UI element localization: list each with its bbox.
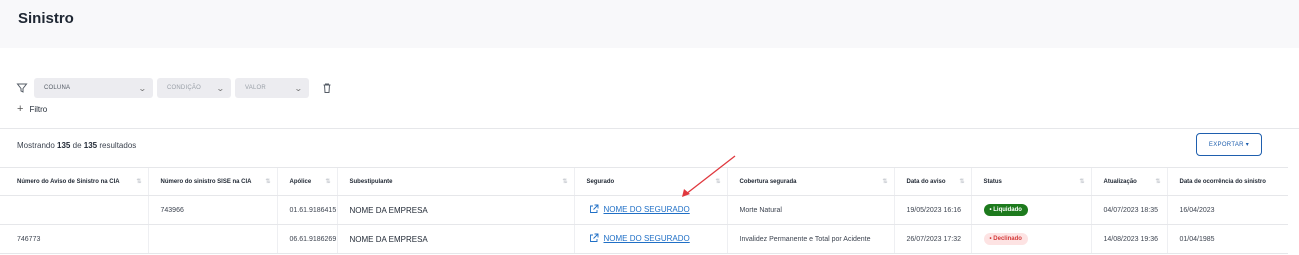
chevron-down-icon: ⌄ bbox=[294, 83, 304, 93]
results-middle: de bbox=[72, 141, 82, 150]
cell-segurado: NOME DO SEGURADO bbox=[573, 195, 727, 225]
results-shown: 135 bbox=[57, 141, 71, 150]
plus-icon: + bbox=[17, 103, 24, 115]
column-header-status[interactable]: Status ⇅ bbox=[970, 167, 1091, 196]
sort-icon[interactable]: ⇅ bbox=[1079, 178, 1084, 185]
filter-icon bbox=[16, 83, 28, 93]
segurado-link[interactable]: NOME DO SEGURADO bbox=[589, 204, 690, 214]
sort-icon[interactable]: ⇅ bbox=[882, 178, 887, 185]
add-filter-button[interactable]: + Filtro bbox=[17, 103, 47, 115]
segurado-link-label: NOME DO SEGURADO bbox=[603, 204, 690, 214]
column-header-segurado[interactable]: Segurado ⇅ bbox=[573, 167, 727, 196]
column-header-label: Status bbox=[983, 178, 1002, 185]
cell-aviso bbox=[0, 195, 148, 225]
column-header-label: Número do Aviso de Sinistro na CIA bbox=[17, 178, 120, 185]
cell-data-aviso: 19/05/2023 16:16 bbox=[893, 195, 971, 225]
cell-subestipulante: NOME DA EMPRESA bbox=[336, 195, 574, 225]
sort-icon[interactable]: ⇅ bbox=[715, 178, 720, 185]
table-row[interactable]: 743966 01.61.9186415 NOME DA EMPRESA NOM… bbox=[0, 195, 1288, 225]
cell-cobertura: Invalidez Permanente e Total por Acident… bbox=[726, 224, 894, 254]
status-badge: • Declinado bbox=[983, 233, 1028, 245]
chevron-down-icon: ⌄ bbox=[216, 83, 226, 93]
table-row[interactable]: 746773 06.61.9186269 NOME DA EMPRESA NOM… bbox=[0, 224, 1288, 254]
trash-icon[interactable] bbox=[321, 82, 333, 94]
cell-atualizacao: 04/07/2023 18:35 bbox=[1090, 195, 1167, 225]
column-header-label: Segurado bbox=[586, 178, 615, 185]
sort-icon[interactable]: ⇅ bbox=[562, 178, 567, 185]
divider bbox=[0, 128, 1299, 129]
cell-sise bbox=[147, 224, 277, 254]
export-button[interactable]: EXPORTAR ▾ bbox=[1196, 133, 1262, 156]
column-header-apolice[interactable]: Apólice ⇅ bbox=[276, 167, 337, 196]
column-header-label: Atualização bbox=[1103, 178, 1137, 185]
column-header-atualizacao[interactable]: Atualização ⇅ bbox=[1090, 167, 1167, 196]
sort-icon[interactable]: ⇅ bbox=[959, 178, 964, 185]
page-header: Sinistro bbox=[0, 0, 1299, 48]
column-header-label: Número do sinistro SISE na CIA bbox=[160, 178, 252, 185]
column-header-data-aviso[interactable]: Data do aviso ⇅ bbox=[893, 167, 971, 196]
cell-sise: 743966 bbox=[147, 195, 277, 225]
column-header-label: Cobertura segurada bbox=[739, 178, 797, 185]
segurado-link[interactable]: NOME DO SEGURADO bbox=[589, 233, 690, 243]
sort-icon[interactable]: ⇅ bbox=[265, 178, 270, 185]
page-title: Sinistro bbox=[18, 10, 74, 27]
column-header-aviso[interactable]: Número do Aviso de Sinistro na CIA ⇅ bbox=[0, 167, 148, 196]
cell-aviso: 746773 bbox=[0, 224, 148, 254]
column-header-label: Apólice bbox=[289, 178, 312, 185]
claims-table: Número do Aviso de Sinistro na CIA ⇅ Núme… bbox=[0, 167, 1288, 254]
status-badge: • Liquidado bbox=[983, 204, 1028, 216]
cell-apolice: 06.61.9186269 bbox=[276, 224, 337, 254]
column-header-label: Data do aviso bbox=[906, 178, 946, 185]
sort-icon[interactable]: ⇅ bbox=[1155, 178, 1160, 185]
results-summary: Mostrando 135 de 135 resultados bbox=[17, 141, 136, 150]
cell-data-aviso: 26/07/2023 17:32 bbox=[893, 224, 971, 254]
column-header-cobertura[interactable]: Cobertura segurada ⇅ bbox=[726, 167, 894, 196]
cell-cobertura: Morte Natural bbox=[726, 195, 894, 225]
results-suffix: resultados bbox=[99, 141, 137, 150]
external-link-icon bbox=[589, 204, 598, 213]
column-select-value: COLUNA bbox=[44, 85, 71, 91]
column-header-label: Subestipulante bbox=[349, 178, 393, 185]
column-header-sise[interactable]: Número do sinistro SISE na CIA ⇅ bbox=[147, 167, 277, 196]
table-header-row: Número do Aviso de Sinistro na CIA ⇅ Núme… bbox=[0, 167, 1288, 196]
column-header-subestipulante[interactable]: Subestipulante ⇅ bbox=[336, 167, 574, 196]
cell-ocorrencia: 16/04/2023 bbox=[1166, 195, 1288, 225]
cell-segurado: NOME DO SEGURADO bbox=[573, 224, 727, 254]
condition-select[interactable]: CONDIÇÃO ⌄ bbox=[157, 78, 231, 98]
segurado-link-label: NOME DO SEGURADO bbox=[603, 233, 690, 243]
results-prefix: Mostrando bbox=[17, 141, 55, 150]
external-link-icon bbox=[589, 233, 598, 242]
column-header-ocorrencia[interactable]: Data de ocorrência do sinistro bbox=[1166, 167, 1288, 196]
sort-icon[interactable]: ⇅ bbox=[325, 178, 330, 185]
value-select-value: VALOR bbox=[245, 85, 266, 91]
condition-select-value: CONDIÇÃO bbox=[167, 85, 201, 91]
chevron-down-icon: ⌄ bbox=[138, 83, 148, 93]
cell-apolice: 01.61.9186415 bbox=[276, 195, 337, 225]
results-total: 135 bbox=[83, 141, 98, 150]
add-filter-label: Filtro bbox=[29, 104, 48, 114]
column-select[interactable]: COLUNA ⌄ bbox=[34, 78, 153, 98]
cell-status: • Declinado bbox=[970, 224, 1091, 254]
filter-row: COLUNA ⌄ CONDIÇÃO ⌄ VALOR ⌄ bbox=[16, 78, 333, 98]
cell-ocorrencia: 01/04/1985 bbox=[1166, 224, 1288, 254]
cell-subestipulante: NOME DA EMPRESA bbox=[336, 224, 574, 254]
sort-icon[interactable]: ⇅ bbox=[136, 178, 141, 185]
cell-atualizacao: 14/08/2023 19:36 bbox=[1090, 224, 1167, 254]
column-header-label: Data de ocorrência do sinistro bbox=[1179, 178, 1266, 185]
value-select[interactable]: VALOR ⌄ bbox=[235, 78, 309, 98]
cell-status: • Liquidado bbox=[970, 195, 1091, 225]
